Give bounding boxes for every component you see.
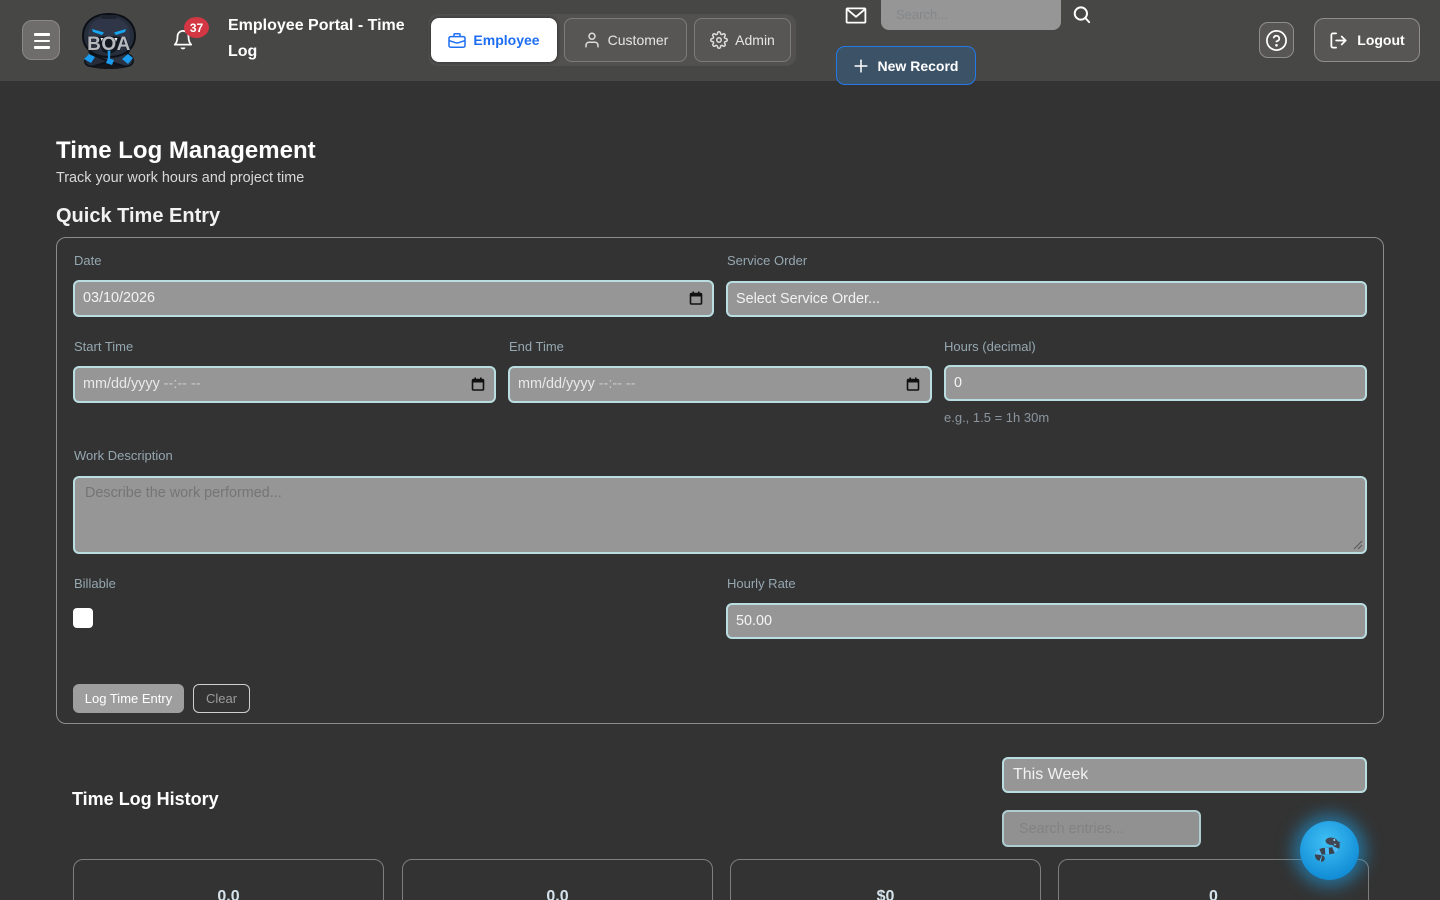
svg-text:BOA: BOA <box>87 34 131 55</box>
